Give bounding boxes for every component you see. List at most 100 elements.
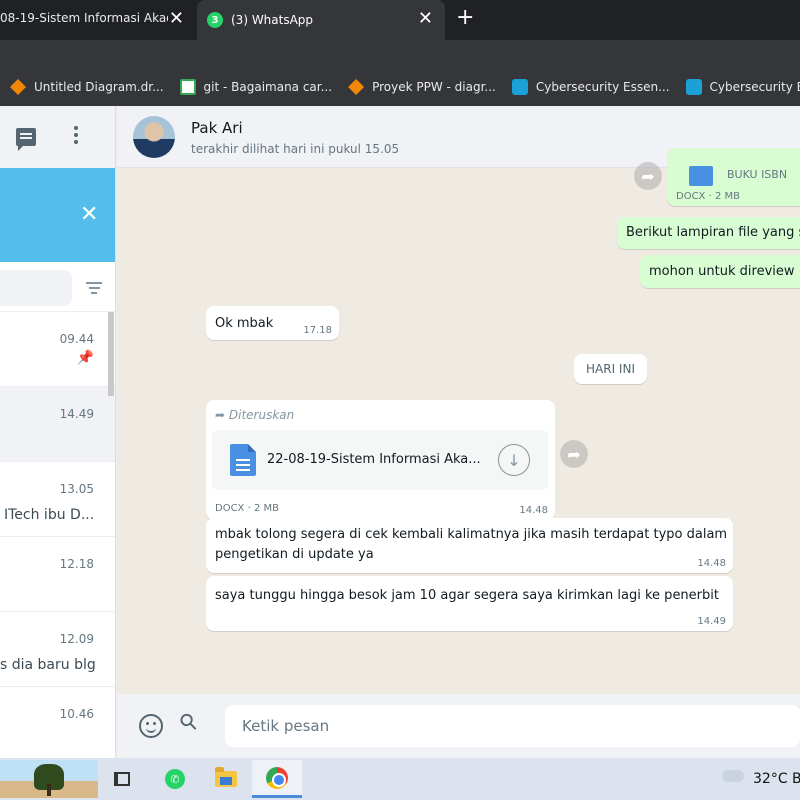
whatsapp-icon: ✆ bbox=[165, 769, 185, 789]
message-time: 14.49 bbox=[697, 616, 726, 627]
browser-tab-strip: 08-19-Sistem Informasi Akademik ✕ 3 (3) … bbox=[0, 0, 800, 40]
message-composer: ⚲ bbox=[117, 694, 800, 758]
bookmark-label: Cybersecurity Essen... bbox=[535, 80, 670, 94]
close-icon[interactable]: ✕ bbox=[80, 202, 98, 227]
forward-icon[interactable]: ➦ bbox=[560, 440, 588, 468]
weather-label: B bbox=[792, 771, 800, 787]
document-meta: DOCX · 2 MB bbox=[676, 191, 740, 202]
chat-list-item[interactable]: 13.05 ITech ibu D... bbox=[0, 462, 115, 537]
forwarded-label-text: Diteruskan bbox=[228, 408, 295, 422]
tab-whatsapp[interactable]: 3 (3) WhatsApp ✕ bbox=[197, 0, 445, 40]
drawio-icon bbox=[10, 79, 26, 95]
tab-title: (3) WhatsApp bbox=[231, 13, 314, 27]
attach-icon[interactable]: ⚲ bbox=[175, 708, 204, 737]
bookmark-label: Cybersecurity Essen... bbox=[709, 80, 800, 94]
chat-snippet: s dia baru blg bbox=[0, 657, 96, 673]
message-time: 14.48 bbox=[697, 558, 726, 569]
chat-list-item[interactable]: 09.44 📌 bbox=[0, 312, 115, 387]
file-explorer-button[interactable] bbox=[206, 760, 246, 798]
tab-title: 08-19-Sistem Informasi Akademik bbox=[0, 11, 168, 25]
chat-time: 12.18 bbox=[59, 557, 94, 571]
drawio-icon bbox=[348, 79, 365, 95]
chat-list: 09.44 📌 14.49 13.05 ITech ibu D... 12.18… bbox=[0, 312, 115, 758]
bookmark-git[interactable]: git - Bagaimana car... bbox=[179, 79, 333, 95]
cisco-icon bbox=[685, 79, 702, 95]
message-text: Ok mbak bbox=[215, 316, 274, 331]
bookmark-cybersecurity-1[interactable]: Cybersecurity Essen... bbox=[511, 79, 670, 95]
new-chat-icon[interactable] bbox=[16, 128, 36, 151]
tab-close-icon[interactable]: ✕ bbox=[169, 8, 184, 29]
date-divider: HARI INI bbox=[574, 354, 647, 384]
last-seen-status: terakhir dilihat hari ini pukul 15.05 bbox=[191, 142, 400, 156]
outgoing-message[interactable]: Berikut lampiran file yang s bbox=[617, 217, 800, 249]
document-card[interactable]: 22-08-19-Sistem Informasi Aka... ↓ bbox=[212, 430, 548, 490]
forwarded-document-bubble[interactable]: ➦ Diteruskan 22-08-19-Sistem Informasi A… bbox=[206, 400, 555, 520]
chat-list-item[interactable]: 12.18 bbox=[0, 537, 115, 612]
notification-banner: ✕ bbox=[0, 168, 115, 262]
tab-close-icon[interactable]: ✕ bbox=[418, 8, 433, 29]
whatsapp-app: ✕ 09.44 📌 14.49 13.05 ITech ibu D... 12.… bbox=[0, 106, 800, 758]
download-icon[interactable]: ↓ bbox=[498, 444, 530, 476]
conversation-pane: Pak Ari terakhir dilihat hari ini pukul … bbox=[117, 106, 800, 758]
cisco-icon bbox=[511, 79, 528, 95]
search-input[interactable] bbox=[0, 270, 72, 306]
bookmark-cybersecurity-2[interactable]: Cybersecurity Essen... bbox=[685, 79, 800, 95]
message-input[interactable] bbox=[225, 705, 800, 747]
bookmark-label: Untitled Diagram.dr... bbox=[34, 80, 164, 94]
outgoing-message[interactable]: mohon untuk direview bbox=[640, 255, 800, 288]
chat-list-item[interactable]: 10.46 bbox=[0, 687, 115, 758]
chat-list-pane: ✕ 09.44 📌 14.49 13.05 ITech ibu D... 12.… bbox=[0, 106, 116, 758]
bookmark-label: Proyek PPW - diagr... bbox=[372, 80, 496, 94]
chat-list-item[interactable]: 12.09 s dia baru blg bbox=[0, 612, 115, 687]
search-row bbox=[0, 262, 115, 312]
chat-time: 13.05 bbox=[59, 482, 94, 496]
incoming-message[interactable]: saya tunggu hingga besok jam 10 agar seg… bbox=[206, 576, 733, 631]
message-text: mohon untuk direview bbox=[649, 264, 795, 279]
document-meta: DOCX · 2 MB bbox=[215, 503, 279, 514]
message-text: saya tunggu hingga besok jam 10 agar seg… bbox=[215, 588, 719, 603]
document-icon bbox=[689, 166, 713, 186]
task-view-button[interactable] bbox=[102, 760, 142, 798]
message-time: 14.48 bbox=[519, 505, 548, 516]
document-name: BUKU ISBN bbox=[727, 168, 788, 181]
avatar[interactable] bbox=[133, 116, 175, 158]
bookmark-proyek-ppw[interactable]: Proyek PPW - diagr... bbox=[348, 79, 496, 95]
incoming-message[interactable]: mbak tolong segera di cek kembali kalima… bbox=[206, 518, 733, 573]
pin-icon: 📌 bbox=[76, 350, 94, 366]
chat-snippet: ITech ibu D... bbox=[4, 507, 95, 523]
temperature[interactable]: 32°C bbox=[753, 771, 788, 787]
chat-time: 14.49 bbox=[59, 407, 94, 421]
whatsapp-favicon-icon: 3 bbox=[207, 12, 223, 28]
outgoing-document-bubble[interactable]: BUKU ISBN DOCX · 2 MB bbox=[667, 148, 800, 206]
forwarded-label: ➦ Diteruskan bbox=[215, 408, 295, 422]
chat-list-scrollbar[interactable] bbox=[108, 312, 114, 396]
message-list: ➦ BUKU ISBN DOCX · 2 MB Berikut lampiran… bbox=[117, 148, 800, 694]
menu-dots-icon[interactable] bbox=[74, 126, 80, 147]
folder-icon bbox=[215, 767, 237, 787]
message-time: 17.18 bbox=[303, 325, 332, 336]
message-text: mbak tolong segera di cek kembali kalima… bbox=[215, 527, 728, 562]
cloud-icon[interactable] bbox=[722, 770, 744, 782]
chat-time: 12.09 bbox=[59, 632, 94, 646]
bookmark-label: git - Bagaimana car... bbox=[203, 80, 333, 94]
taskbar: ✆ 32°C B bbox=[0, 758, 800, 800]
whatsapp-taskbar-button[interactable]: ✆ bbox=[155, 760, 195, 798]
chrome-taskbar-button[interactable] bbox=[252, 760, 302, 798]
screen: 08-19-Sistem Informasi Akademik ✕ 3 (3) … bbox=[0, 0, 800, 800]
forward-icon[interactable]: ➦ bbox=[634, 162, 662, 190]
browser-toolbar bbox=[0, 40, 800, 68]
new-tab-button[interactable]: + bbox=[456, 5, 474, 30]
chat-list-item[interactable]: 14.49 bbox=[0, 387, 115, 462]
task-view-icon bbox=[114, 772, 130, 786]
incoming-message[interactable]: Ok mbak 17.18 bbox=[206, 306, 339, 340]
desktop-thumbnail[interactable] bbox=[0, 760, 98, 798]
emoji-icon[interactable] bbox=[139, 714, 163, 738]
tab-sistem-informasi[interactable]: 08-19-Sistem Informasi Akademik ✕ bbox=[0, 0, 196, 36]
chrome-icon bbox=[266, 766, 288, 789]
chat-time: 10.46 bbox=[59, 707, 94, 721]
document-name: 22-08-19-Sistem Informasi Aka... bbox=[267, 452, 481, 467]
filter-icon[interactable] bbox=[86, 282, 102, 297]
contact-name: Pak Ari bbox=[191, 119, 243, 137]
bookmark-untitled-diagram[interactable]: Untitled Diagram.dr... bbox=[10, 79, 164, 95]
git-icon bbox=[179, 79, 196, 95]
